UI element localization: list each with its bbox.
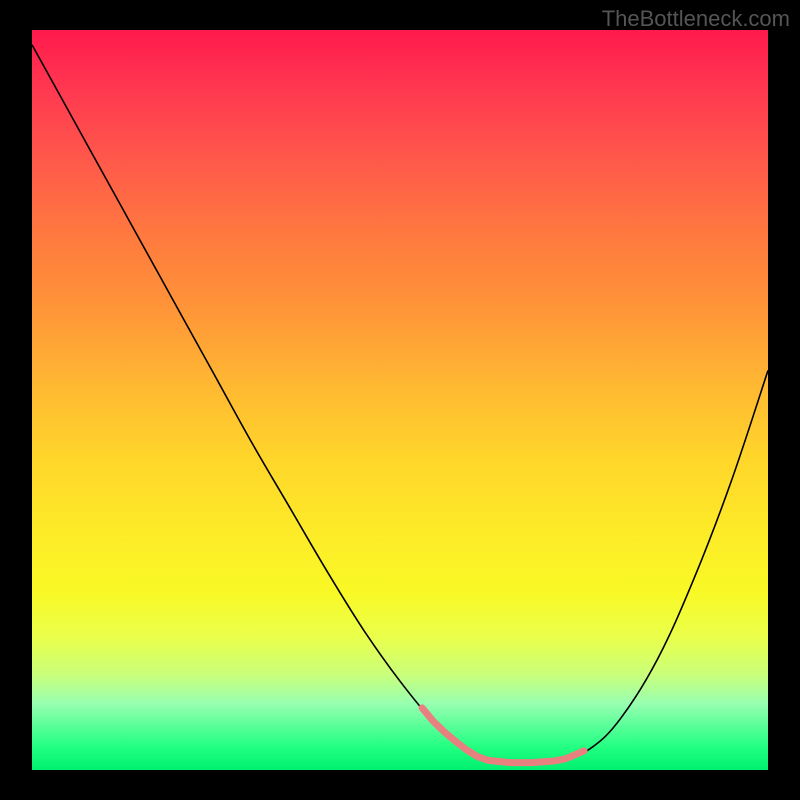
highlight-svg [32,30,768,770]
chart-area [32,30,768,770]
watermark-label: TheBottleneck.com [602,6,790,32]
highlight-band [422,708,584,763]
